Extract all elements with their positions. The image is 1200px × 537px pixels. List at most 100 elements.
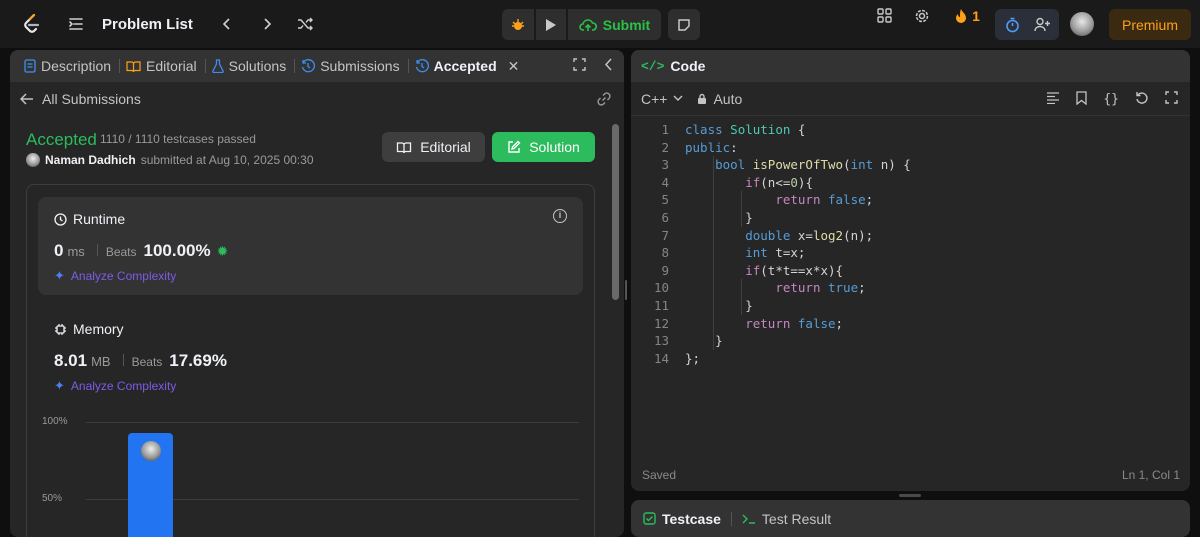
share-link-icon[interactable] <box>596 91 612 110</box>
language-value: C++ <box>641 90 668 107</box>
history-icon <box>415 59 429 73</box>
premium-button[interactable]: Premium <box>1109 9 1191 40</box>
checkbox-icon <box>643 512 656 525</box>
testcase-tabbar: Testcase Test Result <box>631 500 1190 537</box>
flask-icon <box>211 59 224 73</box>
notes-button[interactable] <box>668 9 700 40</box>
braces-icon[interactable]: {} <box>1103 92 1119 107</box>
line-number: 1 <box>661 122 669 137</box>
stopwatch-icon <box>1005 17 1019 32</box>
all-submissions-link[interactable]: All Submissions <box>10 82 624 116</box>
sparkle-icon: ✦ <box>54 268 65 283</box>
tab-description-label: Description <box>41 58 112 74</box>
line-number: 4 <box>661 174 669 190</box>
problem-list-link[interactable]: Problem List <box>102 16 193 33</box>
gridline-100 <box>86 422 579 423</box>
code-tab-label[interactable]: Code <box>670 58 705 74</box>
collapse-panel-icon[interactable] <box>604 58 614 74</box>
code-line[interactable]: 13 } <box>631 332 1190 350</box>
bookmark-icon[interactable] <box>1076 90 1087 108</box>
line-number: 3 <box>661 157 669 173</box>
code-line[interactable]: 12 return false; <box>631 315 1190 333</box>
submit-label: Submit <box>602 16 651 33</box>
runtime-beats-label: Beats <box>105 245 137 259</box>
run-button[interactable] <box>536 9 566 40</box>
reset-icon[interactable] <box>1135 91 1149 108</box>
code-line[interactable]: 14}; <box>631 350 1190 368</box>
tab-editorial[interactable]: Editorial <box>126 50 203 82</box>
runtime-card[interactable]: Runtime i 0 ms Beats 100.00% ✹ ✦ Analyze… <box>38 197 583 295</box>
terminal-icon <box>742 514 755 524</box>
problem-list-icon[interactable] <box>64 12 88 36</box>
line-number: 5 <box>661 192 669 208</box>
runtime-title: Runtime <box>73 211 126 227</box>
cloud-upload-icon <box>579 18 597 31</box>
tab-accepted-label: Accepted <box>433 58 497 74</box>
fullscreen-icon[interactable] <box>1165 91 1178 107</box>
tab-accepted[interactable]: Accepted ✕ <box>415 50 526 82</box>
add-friend-button[interactable] <box>1031 9 1053 40</box>
prev-problem-icon[interactable] <box>215 12 239 36</box>
language-select[interactable]: C++ <box>641 91 683 107</box>
tab-test-result[interactable]: Test Result <box>742 511 831 527</box>
maximize-icon[interactable] <box>573 58 586 74</box>
timer-button[interactable] <box>1001 9 1023 40</box>
submit-button[interactable]: Submit <box>568 9 661 40</box>
arrow-left-icon <box>20 93 33 105</box>
code-line[interactable]: 11 } <box>631 297 1190 315</box>
close-tab-icon[interactable]: ✕ <box>508 58 520 75</box>
code-icon: </> <box>641 58 665 74</box>
format-icon[interactable] <box>1046 91 1060 107</box>
auto-mode-toggle[interactable]: Auto <box>697 91 742 107</box>
code-text: public: <box>685 139 738 155</box>
submitter-name[interactable]: Naman Dadhich <box>45 153 136 167</box>
streak-counter[interactable]: 1 <box>951 0 983 31</box>
code-line[interactable]: 10 return true; <box>631 279 1190 297</box>
code-line[interactable]: 1 class Solution { <box>631 121 1190 139</box>
memory-card[interactable]: Memory 8.01 MB Beats 17.69% ✦ Analyze Co… <box>38 307 583 405</box>
save-status: Saved <box>642 468 677 482</box>
tab-description[interactable]: Description <box>24 50 117 82</box>
code-line[interactable]: 9 if(t*t==x*x){ <box>631 262 1190 280</box>
solution-button[interactable]: Solution <box>492 132 595 162</box>
solution-button-label: Solution <box>529 139 580 155</box>
debug-button[interactable] <box>502 9 534 40</box>
chevron-down-icon <box>673 95 683 101</box>
analyze-memory-link[interactable]: ✦ Analyze Complexity <box>54 378 176 394</box>
chart-bar[interactable] <box>128 432 173 537</box>
code-editor[interactable]: 1 class Solution {2 public: 3 bool isPowerO… <box>631 121 1190 367</box>
code-line[interactable]: 4 if(n<=0){ <box>631 174 1190 192</box>
code-line[interactable]: 7 double x=log2(n); <box>631 227 1190 245</box>
scrollbar-thumb[interactable] <box>612 124 619 300</box>
code-panel: </> Code C++ Auto {} 1 class Solution {2 p… <box>631 50 1190 491</box>
tab-testcase[interactable]: Testcase <box>643 511 721 527</box>
history-icon <box>302 59 316 73</box>
settings-button[interactable] <box>912 0 932 31</box>
code-text: int t=x; <box>745 245 806 261</box>
editorial-button[interactable]: Editorial <box>382 132 485 162</box>
shuffle-icon[interactable] <box>293 12 317 36</box>
horizontal-splitter[interactable] <box>899 494 921 497</box>
code-line[interactable]: 8 int t=x; <box>631 244 1190 262</box>
code-line[interactable]: 2 public: <box>631 139 1190 157</box>
auto-mode-label: Auto <box>713 90 743 107</box>
distribution-chart: 100% 50% <box>38 412 583 537</box>
line-number: 8 <box>661 245 669 261</box>
vertical-splitter[interactable] <box>624 280 628 300</box>
line-number: 12 <box>653 315 669 331</box>
tab-submissions[interactable]: Submissions <box>301 50 405 82</box>
info-icon[interactable]: i <box>553 209 567 223</box>
memory-beats-value: 17.69% <box>169 351 227 370</box>
code-line[interactable]: 6 } <box>631 209 1190 227</box>
analyze-runtime-link[interactable]: ✦ Analyze Complexity <box>54 268 176 284</box>
top-navbar: Problem List Submit 1 Premium <box>0 0 1200 48</box>
scrollbar[interactable] <box>610 116 622 537</box>
layout-button[interactable] <box>874 0 894 31</box>
user-avatar[interactable] <box>1070 12 1094 36</box>
code-line[interactable]: 5 return false; <box>631 191 1190 209</box>
leetcode-logo-icon[interactable] <box>20 12 44 36</box>
line-number: 9 <box>661 262 669 278</box>
code-line[interactable]: 3 bool isPowerOfTwo(int n) { <box>631 156 1190 174</box>
next-problem-icon[interactable] <box>255 12 279 36</box>
tab-solutions[interactable]: Solutions <box>211 50 293 82</box>
